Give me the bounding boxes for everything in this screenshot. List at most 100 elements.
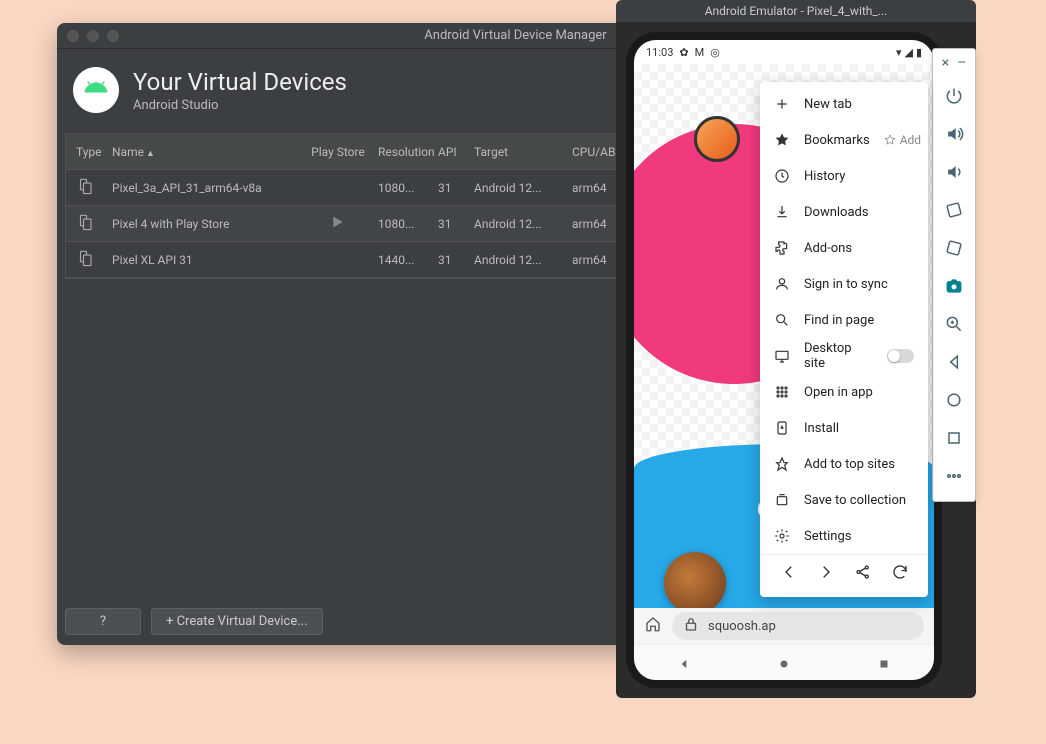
rotate-right-button[interactable] xyxy=(933,229,975,267)
device-type-icon xyxy=(66,177,106,198)
menu-install[interactable]: Install xyxy=(760,410,928,446)
menu-nav-bar xyxy=(760,554,928,593)
android-studio-logo-icon xyxy=(73,67,119,113)
plus-icon xyxy=(774,96,790,112)
close-emulator-icon[interactable]: × xyxy=(942,55,949,71)
menu-open-app[interactable]: Open in app xyxy=(760,374,928,410)
menu-history[interactable]: History xyxy=(760,158,928,194)
volume-down-button[interactable] xyxy=(933,153,975,191)
star-icon xyxy=(774,132,790,148)
menu-addons[interactable]: Add-ons xyxy=(760,230,928,266)
api-level: 31 xyxy=(434,253,468,267)
minimize-icon[interactable] xyxy=(87,30,99,42)
reload-icon[interactable] xyxy=(891,563,909,585)
resolution: 1440... xyxy=(372,253,434,267)
statusbar-time: 11:03 xyxy=(646,46,673,59)
api-level: 31 xyxy=(434,217,468,231)
desktop-icon xyxy=(774,348,790,364)
sort-asc-icon: ▲ xyxy=(146,149,155,159)
device-type-icon xyxy=(66,249,106,270)
nav-recent-icon[interactable] xyxy=(877,656,891,670)
menu-settings[interactable]: Settings xyxy=(760,518,928,554)
emulator-window-title: Android Emulator - Pixel_4_with_... xyxy=(624,4,968,18)
collection-icon xyxy=(774,492,790,508)
emulator-toolbar: × – xyxy=(932,48,976,502)
menu-downloads[interactable]: Downloads xyxy=(760,194,928,230)
menu-new-tab[interactable]: New tab xyxy=(760,86,928,122)
menu-desktop-site[interactable]: Desktop site xyxy=(760,338,928,374)
back-button[interactable] xyxy=(933,343,975,381)
device-name: Pixel_3a_API_31_arm64-v8a xyxy=(106,181,304,195)
status-bar: 11:03 ✿ M ◎ ▾ ◢ ▮ xyxy=(634,40,934,64)
screenshot-button[interactable] xyxy=(933,267,975,305)
resolution: 1080... xyxy=(372,217,434,231)
gear-status-icon: ✿ xyxy=(679,46,688,59)
home-icon[interactable] xyxy=(644,615,662,637)
download-icon xyxy=(774,204,790,220)
nav-back-icon[interactable] xyxy=(677,656,691,670)
signal-icon: ◢ xyxy=(904,46,912,59)
back-icon[interactable] xyxy=(780,563,798,585)
col-play-store[interactable]: Play Store xyxy=(304,145,372,159)
menu-bookmarks[interactable]: BookmarksAdd xyxy=(760,122,928,158)
search-icon xyxy=(774,312,790,328)
share-icon[interactable] xyxy=(854,563,872,585)
menu-collection[interactable]: Save to collection xyxy=(760,482,928,518)
puzzle-icon xyxy=(774,240,790,256)
target: Android 12... xyxy=(468,217,566,231)
more-button[interactable] xyxy=(933,457,975,495)
help-button[interactable]: ? xyxy=(65,608,141,635)
close-icon[interactable] xyxy=(67,30,79,42)
desktop-toggle[interactable] xyxy=(887,349,914,363)
page-title: Your Virtual Devices xyxy=(133,68,347,96)
install-icon xyxy=(774,420,790,436)
create-device-button[interactable]: + Create Virtual Device... xyxy=(151,608,323,635)
col-type[interactable]: Type xyxy=(66,145,106,159)
forward-icon[interactable] xyxy=(817,563,835,585)
power-button[interactable] xyxy=(933,77,975,115)
zoom-button[interactable] xyxy=(933,305,975,343)
device-type-icon xyxy=(66,213,106,234)
minimize-emulator-icon[interactable]: – xyxy=(957,55,966,71)
menu-top-sites[interactable]: Add to top sites xyxy=(760,446,928,482)
page-subtitle: Android Studio xyxy=(133,98,347,113)
clock-icon xyxy=(774,168,790,184)
url-bar: squoosh.ap xyxy=(634,608,934,644)
add-bookmark[interactable]: Add xyxy=(884,133,921,147)
url-text: squoosh.ap xyxy=(708,619,776,634)
emulator-window: Android Emulator - Pixel_4_with_... 11:0… xyxy=(616,0,976,698)
col-api[interactable]: API xyxy=(434,145,468,159)
home-button[interactable] xyxy=(933,381,975,419)
device-name: Pixel 4 with Play Store xyxy=(106,217,304,231)
volume-up-button[interactable] xyxy=(933,115,975,153)
api-level: 31 xyxy=(434,181,468,195)
rotate-left-button[interactable] xyxy=(933,191,975,229)
avd-footer: ? + Create Virtual Device... xyxy=(65,608,323,635)
menu-signin[interactable]: Sign in to sync xyxy=(760,266,928,302)
android-navbar xyxy=(634,644,934,680)
traffic-lights xyxy=(67,30,119,42)
col-resolution[interactable]: Resolution xyxy=(372,145,434,159)
device-name: Pixel XL API 31 xyxy=(106,253,304,267)
sample-thumbnail[interactable] xyxy=(664,552,726,608)
avatar[interactable] xyxy=(694,116,740,162)
grid-icon xyxy=(774,384,790,400)
maximize-icon[interactable] xyxy=(107,30,119,42)
lock-icon xyxy=(682,615,700,637)
target: Android 12... xyxy=(468,181,566,195)
resolution: 1080... xyxy=(372,181,434,195)
col-name[interactable]: Name▲ xyxy=(106,145,304,159)
col-target[interactable]: Target xyxy=(468,145,566,159)
play-store-icon xyxy=(304,214,372,233)
circle-status-icon: ◎ xyxy=(710,46,720,59)
nav-home-icon[interactable] xyxy=(777,656,791,670)
address-bar[interactable]: squoosh.ap xyxy=(672,612,924,640)
target: Android 12... xyxy=(468,253,566,267)
overview-button[interactable] xyxy=(933,419,975,457)
menu-find[interactable]: Find in page xyxy=(760,302,928,338)
browser-menu: New tab BookmarksAdd History Downloads A… xyxy=(760,82,928,597)
gear-icon xyxy=(774,528,790,544)
mail-status-icon: M xyxy=(695,46,705,59)
emulator-titlebar: Android Emulator - Pixel_4_with_... xyxy=(616,0,976,22)
phone-frame: 11:03 ✿ M ◎ ▾ ◢ ▮ Or try xyxy=(634,40,934,680)
